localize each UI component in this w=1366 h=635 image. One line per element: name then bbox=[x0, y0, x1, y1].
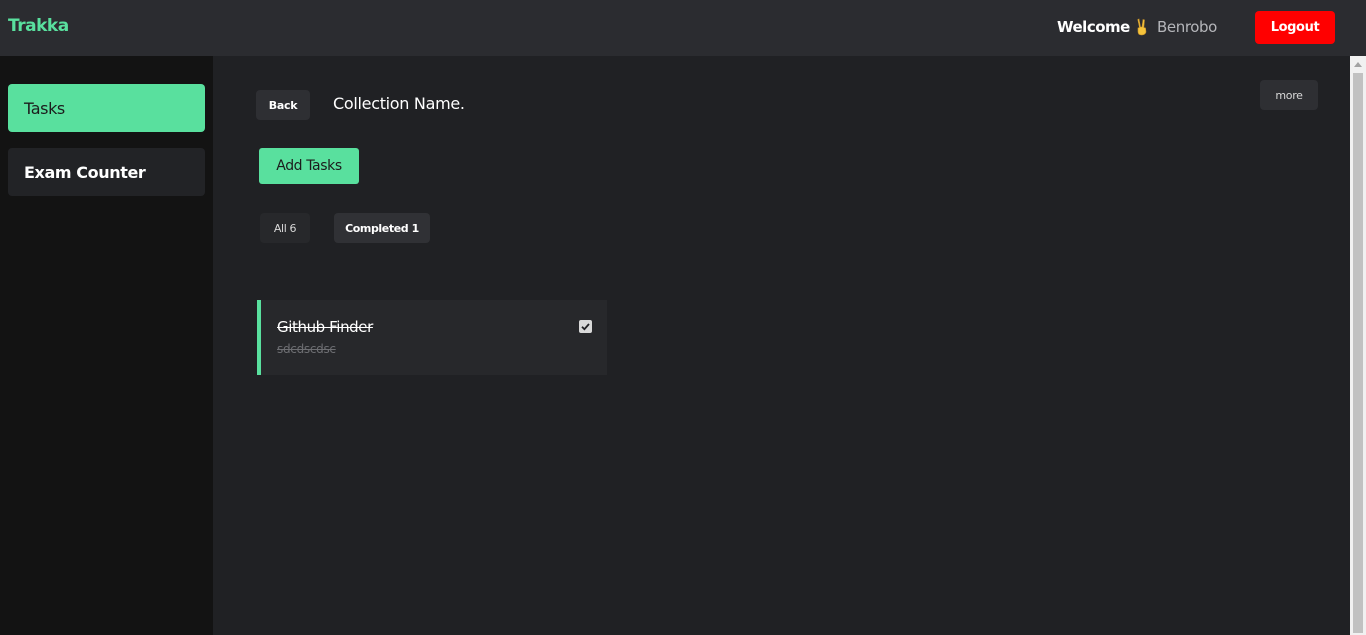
scrollbar-thumb[interactable] bbox=[1353, 73, 1363, 633]
back-button[interactable]: Back bbox=[256, 90, 310, 120]
victory-hand-icon bbox=[1135, 18, 1149, 36]
add-tasks-button[interactable]: Add Tasks bbox=[259, 148, 359, 184]
arrow-up-icon[interactable] bbox=[1350, 56, 1366, 72]
welcome-label: Welcome bbox=[1057, 18, 1130, 36]
sidebar-item-exam-counter[interactable]: Exam Counter bbox=[8, 148, 205, 196]
task-card[interactable]: Github Finder sdcdscdsc bbox=[257, 300, 607, 375]
checkmark-icon bbox=[581, 323, 590, 331]
filter-completed-button[interactable]: Completed 1 bbox=[334, 213, 430, 243]
welcome-message: Welcome bbox=[1057, 18, 1149, 36]
main-content: Back Collection Name. more Add Tasks All… bbox=[213, 56, 1350, 635]
logout-button[interactable]: Logout bbox=[1255, 11, 1335, 44]
sidebar: Tasks Exam Counter bbox=[0, 56, 213, 635]
top-navbar: Trakka Welcome Benrobo Logout bbox=[0, 0, 1366, 56]
sidebar-item-tasks[interactable]: Tasks bbox=[8, 84, 205, 132]
collection-title: Collection Name. bbox=[333, 94, 465, 113]
username: Benrobo bbox=[1157, 18, 1217, 36]
filter-all-button[interactable]: All 6 bbox=[260, 213, 310, 243]
task-description: sdcdscdsc bbox=[277, 342, 336, 356]
more-button[interactable]: more bbox=[1260, 80, 1318, 110]
task-title: Github Finder bbox=[277, 318, 373, 336]
vertical-scrollbar[interactable] bbox=[1350, 56, 1366, 635]
brand-logo[interactable]: Trakka bbox=[8, 16, 69, 36]
task-checkbox[interactable] bbox=[579, 320, 592, 333]
